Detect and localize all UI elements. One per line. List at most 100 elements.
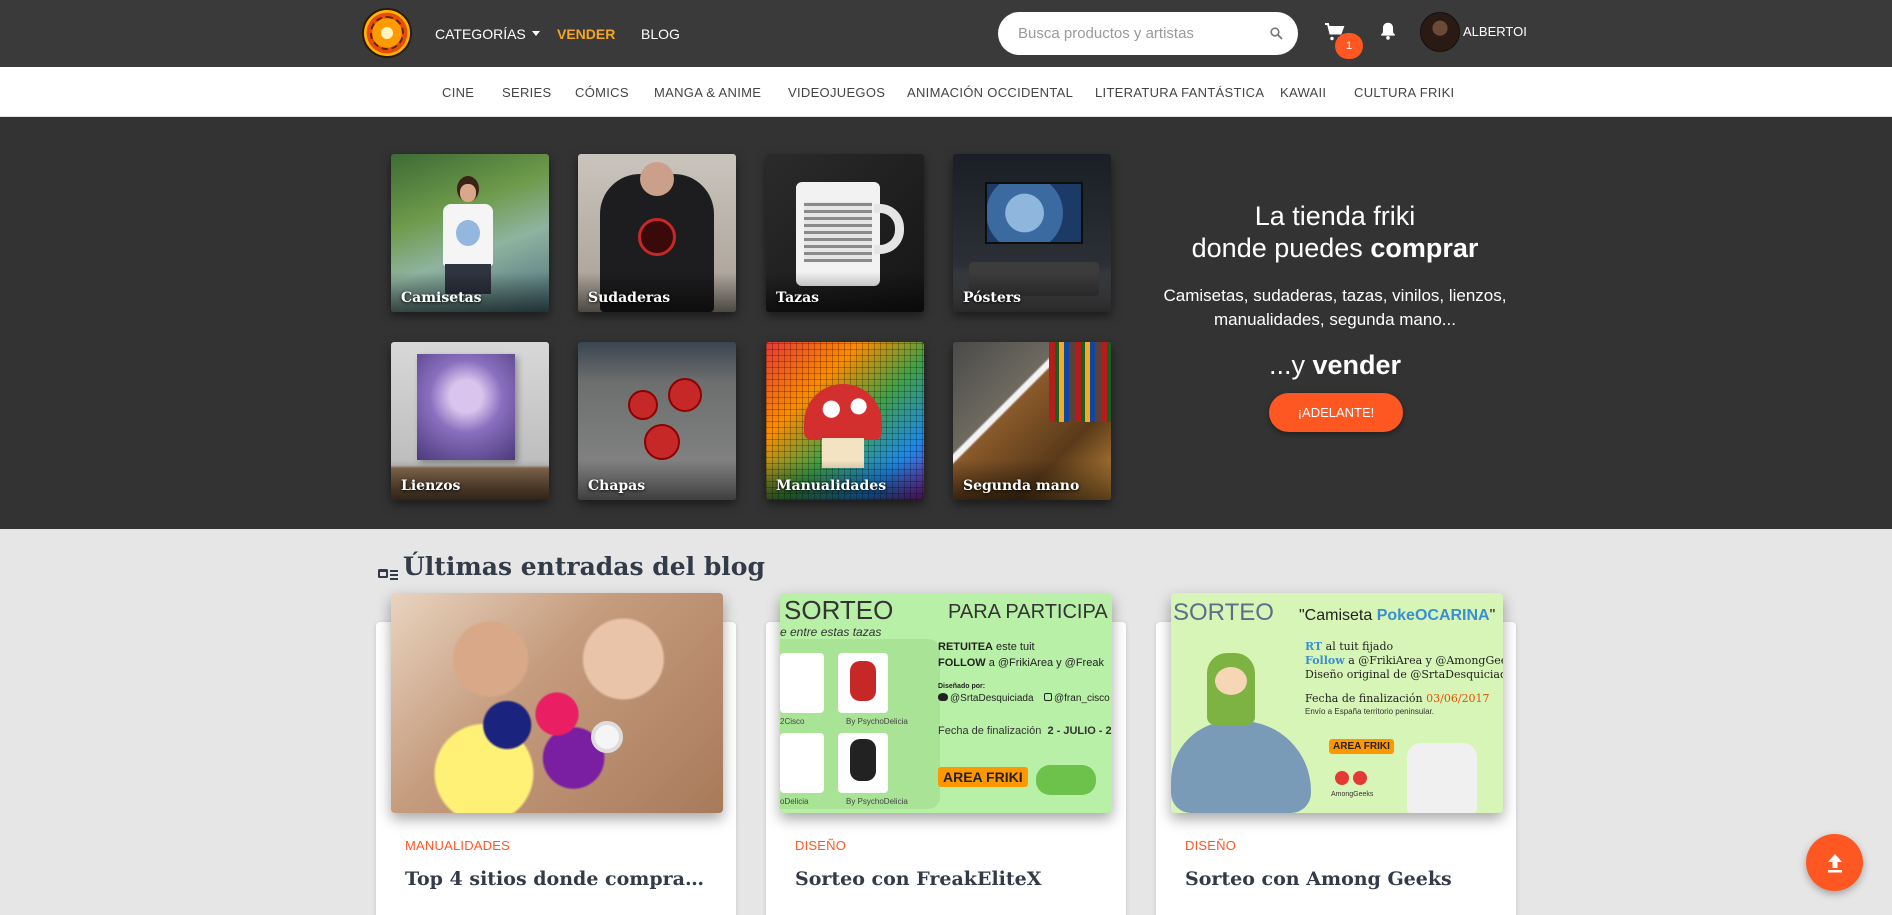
blog-card-title[interactable]: Sorteo con FreakEliteX <box>795 868 1095 890</box>
mug <box>780 653 824 713</box>
mug <box>780 733 824 793</box>
giveaway-date: Fecha de finalización 2 - JULIO - 2 <box>938 725 1112 737</box>
credit-label: oDelicia <box>780 797 809 806</box>
blog-heading-text: Últimas entradas del blog <box>403 551 765 581</box>
blog-heading: Últimas entradas del blog <box>377 548 765 584</box>
search-box <box>998 12 1298 55</box>
tile-label: Tazas <box>776 290 820 306</box>
tile-books <box>1049 342 1111 422</box>
credit-label: By PsychoDelicia <box>846 717 908 726</box>
giveaway-sorteo: SORTEO <box>1173 599 1274 626</box>
snorlax-illustration <box>1171 721 1311 813</box>
giveaway-rt: RT <box>1305 640 1323 653</box>
category-tile-manualidades[interactable]: Manualidades <box>766 342 924 500</box>
subnav-item-kawaii[interactable]: KAWAII <box>1280 67 1326 117</box>
blog-card-category[interactable]: DISEÑO <box>795 838 846 853</box>
blog-card-category[interactable]: DISEÑO <box>1185 838 1236 853</box>
tile-logo <box>638 218 676 256</box>
product-prefix: "Camiseta <box>1299 607 1377 624</box>
product-suffix: " <box>1489 607 1496 624</box>
category-tile-camisetas[interactable]: Camisetas <box>391 154 549 312</box>
blog-icon <box>377 558 399 580</box>
hero-title-line1: La tienda friki <box>1120 200 1550 232</box>
category-tile-lienzos[interactable]: Lienzos <box>391 342 549 500</box>
hero-sell-line: ...y vender <box>1120 350 1550 381</box>
tile-label: Manualidades <box>776 478 887 494</box>
heart-icon <box>1335 771 1349 785</box>
blog-card-title[interactable]: Sorteo con Among Geeks <box>1185 868 1485 890</box>
hero-title-line1-text: La tienda friki <box>1254 201 1416 231</box>
subnav-item-cultura-friki[interactable]: CULTURA FRIKI <box>1354 67 1454 117</box>
tile-label: Camisetas <box>401 290 482 306</box>
giveaway-product: "Camiseta PokeOCARINA" <box>1299 607 1495 625</box>
subnav-item-animacion-occidental[interactable]: ANIMACIÓN OCCIDENTAL <box>907 67 1073 117</box>
hero-description: Camisetas, sudaderas, tazas, vinilos, li… <box>1163 286 1507 329</box>
giveaway-line: RETUITEA este tuit <box>938 641 1035 653</box>
search-button[interactable] <box>1261 18 1292 49</box>
category-tile-sudaderas[interactable]: Sudaderas <box>578 154 736 312</box>
blog-card-image[interactable]: SORTEO "Camiseta PokeOCARINA" RT al tuit… <box>1171 593 1503 813</box>
mug-art <box>850 739 876 781</box>
hero-sell-bold: vender <box>1312 350 1402 380</box>
giveaway-retweet: RETUITEA <box>938 641 993 653</box>
blog-card-image[interactable] <box>391 593 723 813</box>
blog-card-category[interactable]: MANUALIDADES <box>405 838 510 853</box>
subnav-item-comics[interactable]: CÓMICS <box>575 67 629 117</box>
tile-label: Sudaderas <box>588 290 671 306</box>
handle-text: @SrtaDesquiciada <box>950 693 1034 704</box>
among-geeks-logo <box>1335 771 1375 787</box>
credit-label: By PsychoDelicia <box>846 797 908 806</box>
tile-label: Chapas <box>588 478 646 494</box>
scroll-to-top-button[interactable] <box>1806 834 1863 891</box>
top-bar: CATEGORÍAS VENDER BLOG 1 ALBERTOI <box>0 0 1892 67</box>
giveaway-line: FOLLOW a @FrikiArea y @Freak <box>938 657 1104 669</box>
nav-categories[interactable]: CATEGORÍAS <box>435 0 540 67</box>
category-tile-chapas[interactable]: Chapas <box>578 342 736 500</box>
blog-card-image[interactable]: SORTEO PARA PARTICIPA e entre estas taza… <box>780 593 1112 813</box>
hero-title-bold: comprar <box>1370 233 1479 263</box>
giveaway-date-value: 03/06/2017 <box>1426 692 1490 705</box>
giveaway-line: RT al tuit fijado <box>1305 640 1393 653</box>
twitter-icon <box>938 693 948 701</box>
area-friki-logo: AREA FRIKI <box>938 767 1028 787</box>
subnav-item-manga-anime[interactable]: MANGA & ANIME <box>654 67 761 117</box>
category-tile-segunda-mano[interactable]: Segunda mano <box>953 342 1111 500</box>
partner-logo <box>1036 765 1096 795</box>
tshirt-illustration <box>1407 743 1477 813</box>
tile-mug-handle <box>874 204 904 254</box>
logo-icon[interactable] <box>362 8 412 58</box>
avatar[interactable] <box>1420 12 1460 52</box>
giveaway-follow-rest: a @FrikiArea y @AmongGeeks <box>1344 654 1503 667</box>
giveaway-sorteo: SORTEO <box>784 595 894 625</box>
heart-icon <box>1353 771 1367 785</box>
category-tile-posters[interactable]: Pósters <box>953 154 1111 312</box>
tile-badge <box>628 390 658 420</box>
tile-badge <box>668 378 702 412</box>
subnav-item-series[interactable]: SERIES <box>502 67 551 117</box>
giveaway-participate: PARA PARTICIPA <box>948 601 1108 623</box>
giveaway-designed-by: Diseñado por: <box>938 683 986 690</box>
nav-blog[interactable]: BLOG <box>641 0 680 67</box>
subnav-item-literatura-fantastica[interactable]: LITERATURA FANTÁSTICA <box>1095 67 1264 117</box>
giveaway-rt-rest: al tuit fijado <box>1322 640 1394 653</box>
tile-badge <box>644 424 680 460</box>
tile-label: Lienzos <box>401 478 461 494</box>
nav-sell[interactable]: VENDER <box>557 0 615 67</box>
subnav-item-videojuegos[interactable]: VIDEOJUEGOS <box>788 67 885 117</box>
category-tile-tazas[interactable]: Tazas <box>766 154 924 312</box>
tile-label: Pósters <box>963 290 1022 306</box>
bell-icon[interactable] <box>1377 20 1399 42</box>
username[interactable]: ALBERTOI <box>1463 0 1527 63</box>
search-input[interactable] <box>1018 12 1248 55</box>
hero-section: Camisetas Sudaderas Tazas Pósters Lienzo… <box>0 117 1892 529</box>
giveaway-subtitle: e entre estas tazas <box>780 625 882 639</box>
tile-face <box>640 162 674 196</box>
giveaway-design: Diseño original de @SrtaDesquiciada <box>1305 668 1503 681</box>
adelante-button[interactable]: ¡ADELANTE! <box>1269 393 1403 432</box>
yarn-ball <box>591 721 623 753</box>
subnav-item-cine[interactable]: CINE <box>442 67 474 117</box>
blog-card-title[interactable]: Top 4 sitios donde comprar mate... <box>405 868 705 890</box>
giveaway-handle: @SrtaDesquiciada <box>938 693 1034 704</box>
among-geeks-label: AmongGeeks <box>1331 791 1374 798</box>
giveaway-date: Fecha de finalización 03/06/2017 <box>1305 692 1490 705</box>
